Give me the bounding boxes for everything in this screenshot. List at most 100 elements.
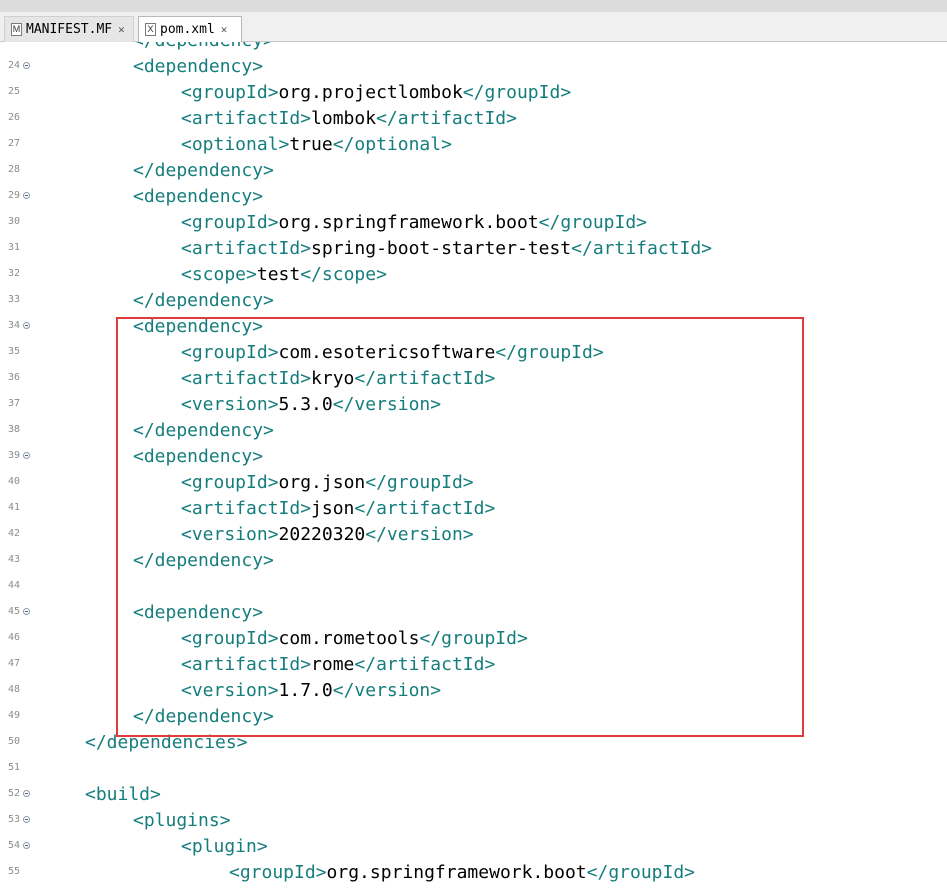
tab-label: pom.xml — [160, 22, 215, 37]
xml-text-value: lombok — [311, 108, 377, 129]
xml-text-value: org.springframework.boot — [278, 212, 539, 233]
xml-open-tag: <artifactId> — [181, 654, 312, 675]
xml-open-tag: <plugins> — [133, 810, 231, 831]
xml-open-tag: <dependency> — [133, 602, 264, 623]
code-line[interactable]: 28 </dependency> — [0, 158, 947, 184]
code-text: <artifactId>kryo</artifactId> — [181, 367, 495, 391]
code-text: </dependency> — [133, 289, 274, 313]
code-line[interactable]: 36 <artifactId>kryo</artifactId> — [0, 366, 947, 392]
close-icon[interactable]: ✕ — [221, 23, 228, 36]
line-number: 48 — [8, 684, 21, 695]
line-number: 47 — [8, 658, 21, 669]
fold-collapse-icon[interactable] — [23, 608, 30, 615]
code-line[interactable]: 45 <dependency> — [0, 600, 947, 626]
code-line[interactable]: 37 <version>5.3.0</version> — [0, 392, 947, 418]
code-text: <optional>true</optional> — [181, 133, 452, 157]
code-line[interactable]: 44 — [0, 574, 947, 600]
code-text: <dependency> — [133, 185, 263, 209]
line-number: 37 — [8, 398, 21, 409]
line-number: 54 — [8, 840, 21, 851]
code-line[interactable]: 23 </dependency> — [0, 42, 947, 54]
fold-collapse-icon[interactable] — [23, 842, 30, 849]
line-number: 36 — [8, 372, 21, 383]
code-editor[interactable]: 23 </dependency> 24 <dependency> 25 <groupId>… — [0, 42, 947, 896]
code-line[interactable]: 54 <plugin> — [0, 834, 947, 860]
code-text: <version>1.7.0</version> — [181, 679, 441, 703]
line-number: 39 — [8, 450, 21, 461]
xml-text-value: org.projectlombok — [278, 82, 463, 103]
line-number: 44 — [8, 580, 21, 591]
code-line[interactable]: 30 <groupId>org.springframework.boot</gro… — [0, 210, 947, 236]
xml-close-tag: </artifactId> — [571, 238, 713, 259]
xml-open-tag: <dependency> — [133, 186, 264, 207]
line-number: 34 — [8, 320, 21, 331]
code-text: <dependency> — [133, 315, 263, 339]
xml-close-tag: </artifactId> — [354, 654, 496, 675]
xml-open-tag: <optional> — [181, 134, 290, 155]
fold-collapse-icon[interactable] — [23, 192, 30, 199]
xml-text-value: rome — [311, 654, 355, 675]
fold-collapse-icon[interactable] — [23, 816, 30, 823]
code-line[interactable]: 24 <dependency> — [0, 54, 947, 80]
xml-open-tag: </dependency> — [133, 42, 274, 51]
code-line[interactable]: 47 <artifactId>rome</artifactId> — [0, 652, 947, 678]
line-number: 42 — [8, 528, 21, 539]
code-line[interactable]: 27 <optional>true</optional> — [0, 132, 947, 158]
xml-text-value: 1.7.0 — [278, 680, 333, 701]
code-line[interactable]: 32 <scope>test</scope> — [0, 262, 947, 288]
fold-collapse-icon[interactable] — [23, 452, 30, 459]
manifest-file-icon: M — [11, 23, 22, 36]
code-line[interactable]: 40 <groupId>org.json</groupId> — [0, 470, 947, 496]
fold-collapse-icon[interactable] — [23, 62, 30, 69]
xml-open-tag: <groupId> — [181, 628, 279, 649]
code-text: <artifactId>lombok</artifactId> — [181, 107, 517, 131]
code-line[interactable]: 39 <dependency> — [0, 444, 947, 470]
code-line[interactable]: 53 <plugins> — [0, 808, 947, 834]
line-number: 27 — [8, 138, 21, 149]
code-line[interactable]: 46 <groupId>com.rometools</groupId> — [0, 626, 947, 652]
fold-collapse-icon[interactable] — [23, 790, 30, 797]
code-line[interactable]: 52 <build> — [0, 782, 947, 808]
code-line[interactable]: 33 </dependency> — [0, 288, 947, 314]
xml-close-tag: </optional> — [332, 134, 452, 155]
line-number: 41 — [8, 502, 21, 513]
xml-text-value: spring-boot-starter-test — [311, 238, 572, 259]
line-number: 29 — [8, 190, 21, 201]
xml-close-tag: </version> — [332, 680, 442, 701]
code-line[interactable]: 51 — [0, 756, 947, 782]
code-line[interactable]: 48 <version>1.7.0</version> — [0, 678, 947, 704]
line-number: 35 — [8, 346, 21, 357]
code-text: <groupId>org.springframework.boot</group… — [181, 211, 647, 235]
code-line[interactable]: 55 <groupId>org.springframework.boot</gro… — [0, 860, 947, 886]
tab-pom-xml[interactable]: X pom.xml ✕ — [138, 16, 242, 43]
code-line[interactable]: 41 <artifactId>json</artifactId> — [0, 496, 947, 522]
code-line[interactable]: 29 <dependency> — [0, 184, 947, 210]
code-text: <scope>test</scope> — [181, 263, 387, 287]
xml-open-tag: <plugin> — [181, 836, 268, 857]
code-line[interactable]: 35 <groupId>com.esotericsoftware</groupId… — [0, 340, 947, 366]
xml-text-value: com.rometools — [278, 628, 420, 649]
xml-open-tag: <groupId> — [229, 862, 327, 883]
xml-open-tag: </dependencies> — [85, 732, 248, 753]
xml-open-tag: <groupId> — [181, 472, 279, 493]
tab-manifest[interactable]: M MANIFEST.MF ✕ — [4, 16, 134, 42]
xml-text-value: json — [311, 498, 355, 519]
code-line[interactable]: 42 <version>20220320</version> — [0, 522, 947, 548]
xml-open-tag: <scope> — [181, 264, 257, 285]
code-line[interactable]: 26 <artifactId>lombok</artifactId> — [0, 106, 947, 132]
code-line[interactable]: 49 </dependency> — [0, 704, 947, 730]
xml-text-value: kryo — [311, 368, 355, 389]
code-text: </dependency> — [133, 419, 274, 443]
line-number: 33 — [8, 294, 21, 305]
code-text: <dependency> — [133, 601, 263, 625]
code-line[interactable]: 38 </dependency> — [0, 418, 947, 444]
code-line[interactable]: 43 </dependency> — [0, 548, 947, 574]
close-icon[interactable]: ✕ — [118, 23, 125, 36]
fold-collapse-icon[interactable] — [23, 322, 30, 329]
line-number: 26 — [8, 112, 21, 123]
code-line[interactable]: 34 <dependency> — [0, 314, 947, 340]
code-line[interactable]: 25 <groupId>org.projectlombok</groupId> — [0, 80, 947, 106]
code-line[interactable]: 31 <artifactId>spring-boot-starter-test</… — [0, 236, 947, 262]
xml-text-value: test — [256, 264, 301, 285]
code-line[interactable]: 50 </dependencies> — [0, 730, 947, 756]
